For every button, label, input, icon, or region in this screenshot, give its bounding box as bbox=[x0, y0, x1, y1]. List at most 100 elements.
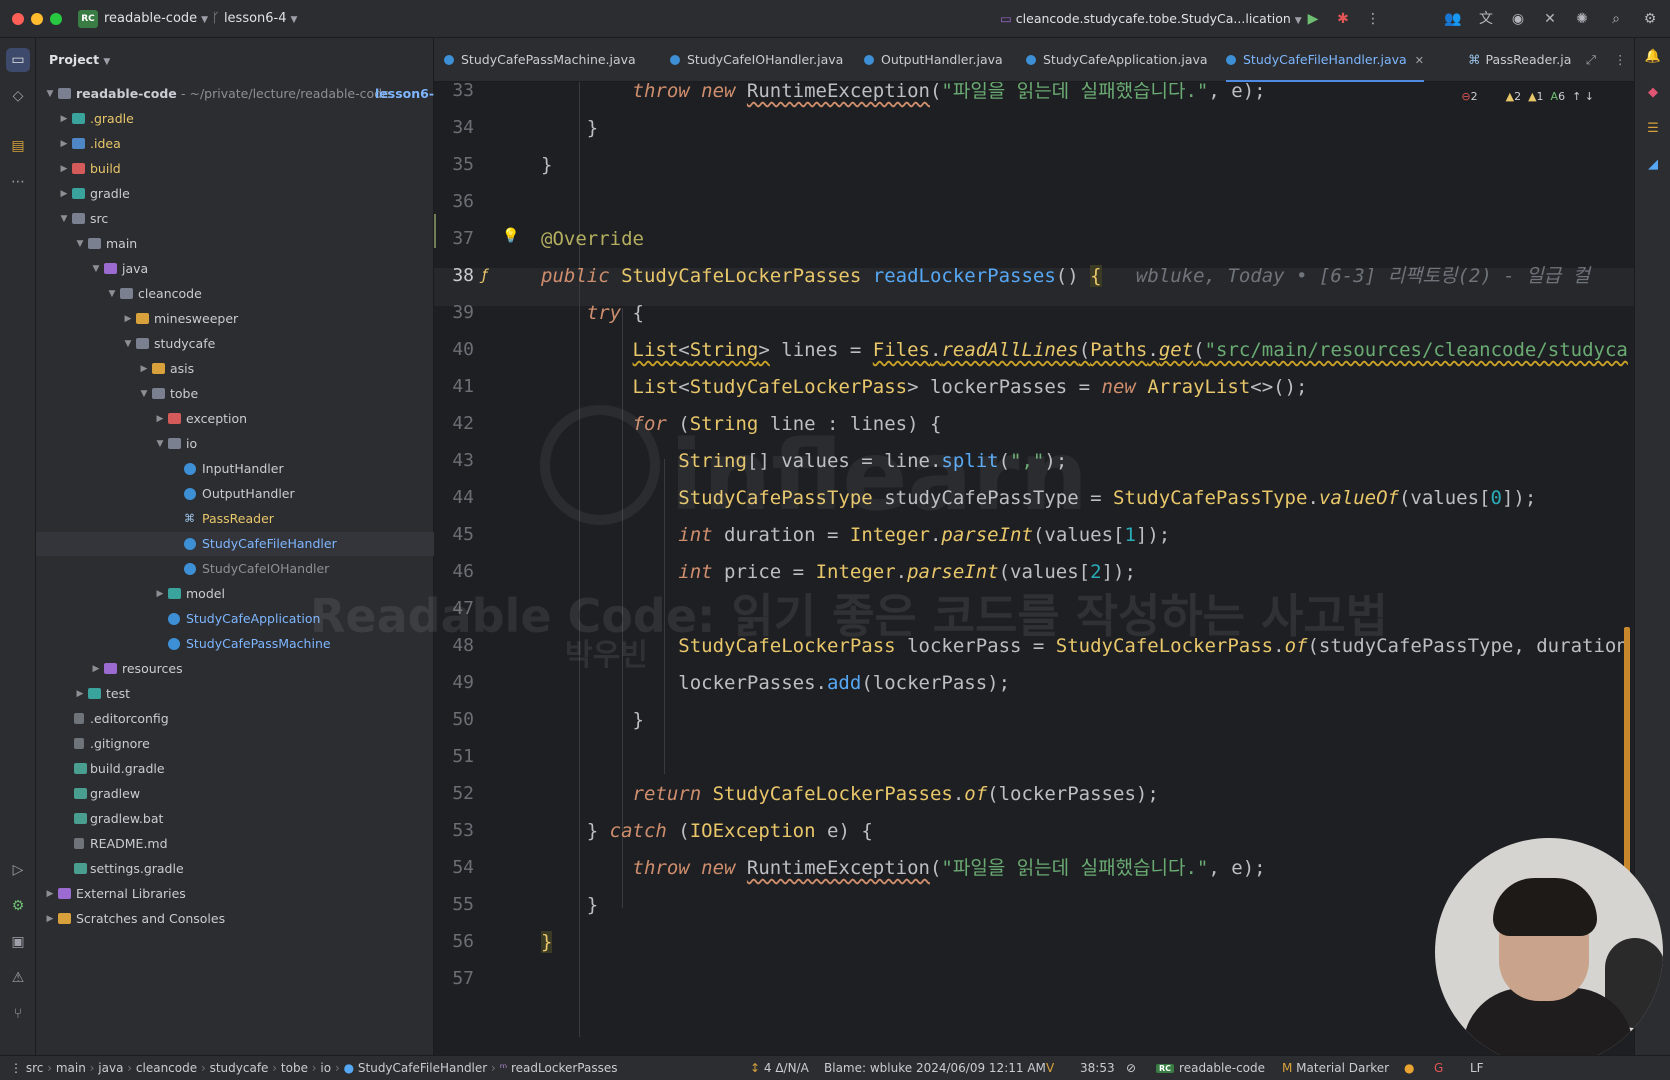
project-switcher[interactable]: readable-code ▼ bbox=[104, 11, 208, 26]
notifications-icon[interactable]: 🔔 bbox=[1642, 46, 1664, 68]
tools-icon[interactable]: ✕ bbox=[1540, 9, 1560, 29]
tree-root[interactable]: ▼ readable-code - ~/private/lecture/read… bbox=[36, 82, 443, 106]
copilot-icon[interactable]: ◉ bbox=[1508, 9, 1528, 29]
tree-item-selected[interactable]: StudyCafeFileHandler bbox=[36, 532, 434, 556]
cursor-position[interactable]: 38:53 bbox=[1080, 1061, 1115, 1075]
tab-outputhandler[interactable]: OutputHandler.java bbox=[864, 38, 1003, 82]
minimize-window-button[interactable] bbox=[31, 13, 43, 25]
tree-item[interactable]: .editorconfig bbox=[36, 707, 434, 731]
tree-item[interactable]: InputHandler bbox=[36, 457, 434, 481]
tree-item[interactable]: StudyCafePassMachine bbox=[36, 632, 434, 656]
next-highlight-icon[interactable]: ↓ bbox=[1585, 90, 1594, 103]
tab-studycafeapplication[interactable]: StudyCafeApplication.java bbox=[1026, 38, 1208, 82]
tree-item[interactable]: ▶ test bbox=[36, 682, 434, 706]
scrollbar-marker[interactable] bbox=[1624, 627, 1630, 902]
structure-icon[interactable]: ▤ bbox=[6, 134, 30, 158]
tree-item[interactable]: build.gradle bbox=[36, 757, 434, 781]
breadcrumb-item[interactable]: main bbox=[56, 1061, 86, 1075]
terminal-icon[interactable]: ▣ bbox=[6, 930, 30, 954]
tree-item[interactable]: ▼ cleancode bbox=[36, 282, 434, 306]
tree-item[interactable]: ▶ gradle bbox=[36, 182, 434, 206]
breadcrumb-item[interactable]: studycafe bbox=[210, 1061, 269, 1075]
tree-item[interactable]: ▶ exception bbox=[36, 407, 434, 431]
tab-passreader[interactable]: ⌘ PassReader.ja bbox=[1468, 38, 1571, 82]
git-icon[interactable]: ⑂ bbox=[6, 1002, 30, 1026]
zoom-window-button[interactable] bbox=[50, 13, 62, 25]
tree-item[interactable]: ▶ Scratches and Consoles bbox=[36, 907, 434, 931]
tree-item[interactable]: gradlew bbox=[36, 782, 434, 806]
tree-item[interactable]: ▶ model bbox=[36, 582, 434, 606]
inspection-widget[interactable]: ⊖2 ▲2 ▲1 A6 ↑ ↓ bbox=[1461, 90, 1594, 103]
close-window-button[interactable] bbox=[12, 13, 24, 25]
tree-item[interactable]: .gitignore bbox=[36, 732, 434, 756]
breadcrumb-item[interactable]: java bbox=[98, 1061, 123, 1075]
breadcrumb-item[interactable]: cleancode bbox=[136, 1061, 197, 1075]
tab-menu-icon[interactable]: ⋮ bbox=[1614, 38, 1627, 82]
tree-item[interactable]: ⌘ PassReader bbox=[36, 507, 434, 531]
tree-item[interactable]: ▶ resources bbox=[36, 657, 434, 681]
tree-item[interactable]: ▶ minesweeper bbox=[36, 307, 434, 331]
line-separator[interactable]: LF bbox=[1470, 1061, 1484, 1075]
tree-item[interactable]: ▼ main bbox=[36, 232, 434, 256]
status-dot-icon[interactable]: ● bbox=[1404, 1061, 1414, 1075]
tree-item[interactable]: ▼ studycafe bbox=[36, 332, 434, 356]
problems-icon[interactable]: ⚠ bbox=[6, 966, 30, 990]
tree-item[interactable]: ▼ java bbox=[36, 257, 434, 281]
debug-icon[interactable]: ✱ bbox=[1333, 9, 1353, 29]
tree-item[interactable]: ▶ .idea bbox=[36, 132, 434, 156]
commit-icon[interactable]: ◇ bbox=[6, 84, 30, 108]
search-icon[interactable]: ⌕ bbox=[1606, 9, 1626, 29]
tab-studycafeiohandler[interactable]: StudyCafeIOHandler.java bbox=[670, 38, 843, 82]
collaboration-icon[interactable]: 👥 bbox=[1443, 9, 1463, 29]
browser-icon[interactable]: G bbox=[1434, 1061, 1443, 1075]
database-icon[interactable]: ☰ bbox=[1642, 118, 1664, 140]
theme-status[interactable]: M Material Darker bbox=[1282, 1061, 1389, 1075]
breadcrumb-item[interactable]: readLockerPasses bbox=[511, 1061, 617, 1075]
breadcrumb-item[interactable]: io bbox=[320, 1061, 331, 1075]
readonly-toggle-icon[interactable]: ⊘ bbox=[1126, 1061, 1136, 1075]
run-icon[interactable]: ▶ bbox=[1303, 9, 1323, 29]
lightbulb-icon[interactable]: 💡 bbox=[502, 228, 519, 244]
vcs-status[interactable]: ↕ 4 Δ/N/A bbox=[750, 1061, 809, 1075]
tree-item[interactable]: ▶ External Libraries bbox=[36, 882, 434, 906]
gradle-tool-icon[interactable]: ◢ bbox=[1642, 154, 1664, 176]
tree-item[interactable]: settings.gradle bbox=[36, 857, 434, 881]
blame-inlay-hint[interactable]: wbluke, Today • [6-3] 리팩토링(2) - 일급 컬 bbox=[1136, 265, 1590, 287]
tree-item[interactable]: ▶ .gradle bbox=[36, 107, 434, 131]
tree-item[interactable]: StudyCafeIOHandler bbox=[36, 557, 434, 581]
tree-item[interactable]: StudyCafeApplication bbox=[36, 607, 434, 631]
project-tool-icon[interactable]: ▭ bbox=[6, 48, 30, 72]
tree-item[interactable]: ▼ io bbox=[36, 432, 434, 456]
tab-studycafefilehandler[interactable]: StudyCafeFileHandler.java ✕ bbox=[1226, 38, 1424, 82]
project-panel-header[interactable]: Project ▼ bbox=[49, 52, 110, 67]
translate-icon[interactable]: 文 bbox=[1476, 9, 1496, 29]
vim-icon[interactable]: V bbox=[1046, 1061, 1054, 1075]
tree-item[interactable]: ▶ asis bbox=[36, 357, 434, 381]
tree-item[interactable]: ▼ src bbox=[36, 207, 434, 231]
tree-item[interactable]: README.md bbox=[36, 832, 434, 856]
tab-studycafepassmachine[interactable]: StudyCafePassMachine.java bbox=[444, 38, 636, 82]
override-gutter-icon[interactable]: ƒ bbox=[482, 266, 487, 284]
run-config-selector[interactable]: ▭ cleancode.studycafe.tobe.StudyCa...lic… bbox=[1000, 11, 1302, 26]
tree-item[interactable]: OutputHandler bbox=[36, 482, 434, 506]
more-actions-icon[interactable]: ⋮ bbox=[1363, 9, 1383, 29]
plugin-icon[interactable]: ◆ bbox=[1642, 82, 1664, 104]
project-status[interactable]: RC readable-code bbox=[1156, 1061, 1265, 1075]
settings-icon[interactable]: ⚙ bbox=[1640, 9, 1660, 29]
tree-item[interactable]: ▶ build bbox=[36, 157, 434, 181]
close-tab-icon[interactable]: ✕ bbox=[1415, 54, 1424, 67]
run-tool-icon[interactable]: ▷ bbox=[6, 858, 30, 882]
breadcrumb-item[interactable]: src bbox=[26, 1061, 44, 1075]
tree-item[interactable]: ▼ tobe bbox=[36, 382, 434, 406]
expand-icon[interactable]: ⋮ bbox=[10, 1061, 26, 1075]
expand-editor-icon[interactable]: ⤢ bbox=[1586, 38, 1596, 82]
services-icon[interactable]: ⚙ bbox=[6, 894, 30, 918]
breadcrumb-item[interactable]: tobe bbox=[281, 1061, 308, 1075]
blame-status[interactable]: Blame: wbluke 2024/06/09 12:11 AM bbox=[824, 1061, 1046, 1075]
branch-switcher[interactable]: ᚴ lesson6-4 ▼ bbox=[212, 11, 297, 26]
ai-assistant-icon[interactable]: ✺ bbox=[1572, 9, 1592, 29]
breadcrumb-item[interactable]: StudyCafeFileHandler bbox=[358, 1061, 487, 1075]
more-tools-icon[interactable]: ⋯ bbox=[6, 170, 30, 194]
previous-highlight-icon[interactable]: ↑ bbox=[1572, 90, 1581, 103]
tree-item[interactable]: gradlew.bat bbox=[36, 807, 434, 831]
